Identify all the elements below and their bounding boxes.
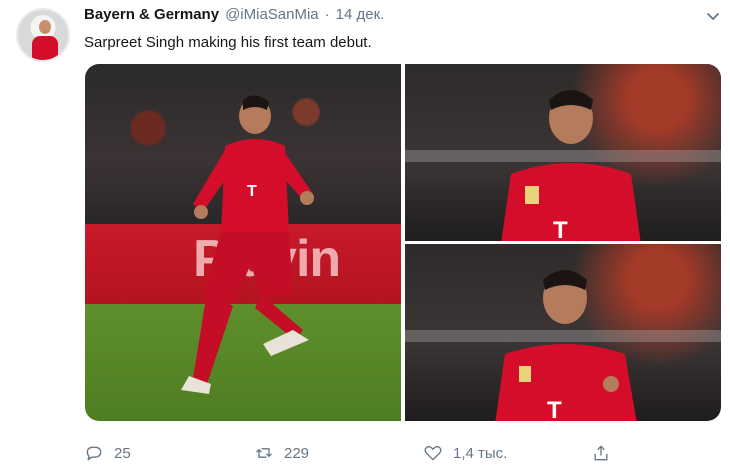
tweet-header: Bayern & Germany @iMiaSanMia · 14 дек. — [84, 6, 384, 26]
retweet-count: 229 — [284, 444, 310, 462]
svg-text:T: T — [553, 217, 568, 241]
photo-1[interactable]: Playin T — [85, 64, 401, 421]
chevron-down-icon[interactable] — [705, 8, 721, 24]
avatar[interactable] — [16, 8, 70, 62]
author-handle[interactable]: @iMiaSanMia — [225, 6, 319, 23]
share-button[interactable] — [591, 441, 621, 465]
photo-2[interactable]: T — [405, 64, 721, 241]
avatar-shirt — [32, 36, 58, 60]
player-portrait: T — [501, 90, 641, 241]
svg-text:T: T — [547, 397, 562, 421]
reply-icon — [86, 446, 102, 461]
reply-count: 25 — [114, 444, 131, 462]
tweet-date[interactable]: 14 дек. — [336, 6, 385, 23]
retweet-icon — [256, 448, 272, 458]
tweet-text: Sarpreet Singh making his first team deb… — [84, 34, 372, 51]
author-name[interactable]: Bayern & Germany — [84, 6, 219, 23]
media-grid: Playin T — [85, 64, 721, 421]
player-portrait: T — [495, 270, 637, 421]
heart-icon — [424, 446, 442, 461]
photo-3[interactable]: T — [405, 244, 721, 421]
reply-button[interactable]: 25 — [84, 441, 131, 465]
tweet-actions: 25 229 1,4 тыс. — [0, 441, 730, 465]
tweet[interactable]: Bayern & Germany @iMiaSanMia · 14 дек. S… — [0, 0, 730, 475]
share-icon — [594, 445, 608, 461]
svg-text:T: T — [247, 183, 257, 200]
avatar-head — [39, 20, 51, 34]
like-button[interactable]: 1,4 тыс. — [423, 441, 507, 465]
running-player: T — [181, 95, 314, 394]
like-count: 1,4 тыс. — [453, 444, 508, 462]
separator-dot: · — [324, 6, 330, 23]
retweet-button[interactable]: 229 — [254, 441, 309, 465]
